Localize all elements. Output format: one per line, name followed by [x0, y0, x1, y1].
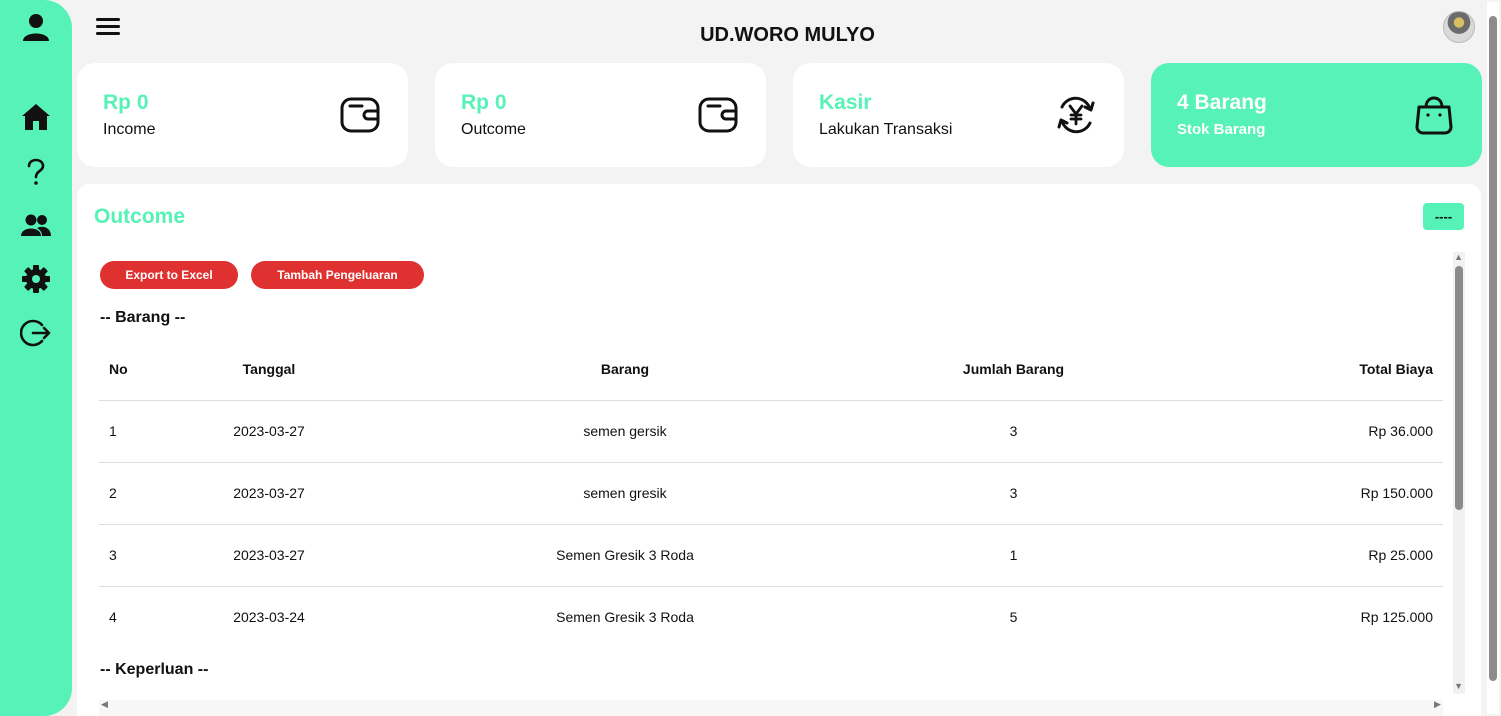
- logout-icon[interactable]: [18, 315, 54, 351]
- table-vertical-scrollbar[interactable]: [1453, 252, 1465, 694]
- add-expense-button[interactable]: Tambah Pengeluaran: [251, 261, 424, 289]
- app-title: UD.WORO MULYO: [700, 24, 875, 46]
- scrollbar-thumb[interactable]: [1455, 266, 1463, 510]
- cell-total: Rp 125.000: [1360, 609, 1433, 626]
- table-row: 4 2023-03-24 Semen Gresik 3 Roda 5 Rp 12…: [99, 586, 1443, 648]
- income-label: Income: [103, 121, 156, 138]
- panel-title: Outcome: [94, 205, 186, 228]
- cell-tanggal: 2023-03-27: [179, 524, 359, 587]
- section-barang: -- Barang --: [100, 309, 186, 326]
- home-icon[interactable]: [18, 99, 54, 135]
- kasir-card[interactable]: Kasir Lakukan Transaksi: [793, 63, 1124, 167]
- yen-exchange-icon: [1057, 96, 1095, 134]
- table-header: No Tanggal Barang Jumlah Barang Total Bi…: [99, 338, 1443, 401]
- outcome-table: No Tanggal Barang Jumlah Barang Total Bi…: [99, 338, 1443, 648]
- panel-menu-button[interactable]: ----: [1423, 203, 1464, 230]
- cell-jumlah: 3: [891, 400, 1136, 463]
- stok-value: 4 Barang: [1177, 91, 1267, 114]
- gear-icon[interactable]: [18, 261, 54, 297]
- section-keperluan: -- Keperluan --: [100, 661, 209, 678]
- col-total[interactable]: Total Biaya: [1136, 338, 1443, 401]
- cell-total: Rp 25.000: [1136, 524, 1443, 587]
- cell-no: 4: [109, 609, 117, 626]
- avatar[interactable]: [1443, 11, 1475, 43]
- wallet-icon: [340, 97, 380, 133]
- kasir-label: Lakukan Transaksi: [819, 121, 953, 138]
- cell-tanggal: 2023-03-27: [179, 462, 359, 525]
- table-row: 2 2023-03-27 semen gresik 3 Rp 150.000: [99, 462, 1443, 525]
- cell-barang: Semen Gresik 3 Roda: [556, 609, 694, 626]
- cell-no: 1: [99, 400, 179, 463]
- users-icon[interactable]: [18, 207, 54, 243]
- scroll-down-icon[interactable]: ▼: [1454, 681, 1463, 691]
- income-card[interactable]: Rp 0 Income: [77, 63, 408, 167]
- scroll-up-icon[interactable]: ▲: [1454, 252, 1463, 262]
- cell-no: 3: [99, 524, 179, 587]
- table-row: 3 2023-03-27 Semen Gresik 3 Roda 1 Rp 25…: [99, 524, 1443, 587]
- user-icon[interactable]: [18, 9, 54, 45]
- table-row: 1 2023-03-27 semen gersik 3 Rp 36.000: [99, 400, 1443, 463]
- cell-jumlah: 3: [891, 462, 1136, 525]
- income-value: Rp 0: [103, 91, 149, 114]
- scroll-left-icon[interactable]: ◀: [101, 699, 108, 710]
- col-jumlah[interactable]: Jumlah Barang: [891, 338, 1136, 401]
- stok-label: Stok Barang: [1177, 121, 1266, 138]
- help-icon[interactable]: [18, 153, 54, 189]
- cell-total: Rp 36.000: [1136, 400, 1443, 463]
- export-excel-button[interactable]: Export to Excel: [100, 261, 238, 289]
- header: UD.WORO MULYO: [72, 0, 1488, 60]
- outcome-panel: Outcome ---- Export to Excel Tambah Peng…: [77, 184, 1481, 716]
- cell-barang: Semen Gresik 3 Roda: [359, 524, 891, 587]
- page-scrollbar-thumb[interactable]: [1489, 16, 1497, 681]
- col-barang[interactable]: Barang: [359, 338, 891, 401]
- sidebar: [0, 0, 72, 716]
- cell-jumlah: 1: [891, 524, 1136, 587]
- kasir-value: Kasir: [819, 91, 872, 114]
- cell-tanggal: 2023-03-27: [179, 400, 359, 463]
- outcome-label: Outcome: [461, 121, 526, 138]
- cell-jumlah: 5: [1009, 609, 1018, 626]
- cell-total: Rp 150.000: [1136, 462, 1443, 525]
- cell-barang: semen gresik: [359, 462, 891, 525]
- page-scrollbar[interactable]: [1487, 2, 1499, 714]
- scroll-right-icon[interactable]: ▶: [1434, 699, 1441, 710]
- wallet-icon: [698, 97, 738, 133]
- col-tanggal[interactable]: Tanggal: [179, 338, 359, 401]
- table-horizontal-scrollbar[interactable]: [99, 700, 1443, 716]
- outcome-card[interactable]: Rp 0 Outcome: [435, 63, 766, 167]
- bag-icon: [1415, 96, 1453, 135]
- stok-barang-card[interactable]: 4 Barang Stok Barang: [1151, 63, 1482, 167]
- cell-no: 2: [99, 462, 179, 525]
- cell-tanggal: 2023-03-24: [233, 609, 305, 626]
- cell-barang: semen gersik: [359, 400, 891, 463]
- outcome-value: Rp 0: [461, 91, 507, 114]
- col-no[interactable]: No: [99, 338, 179, 401]
